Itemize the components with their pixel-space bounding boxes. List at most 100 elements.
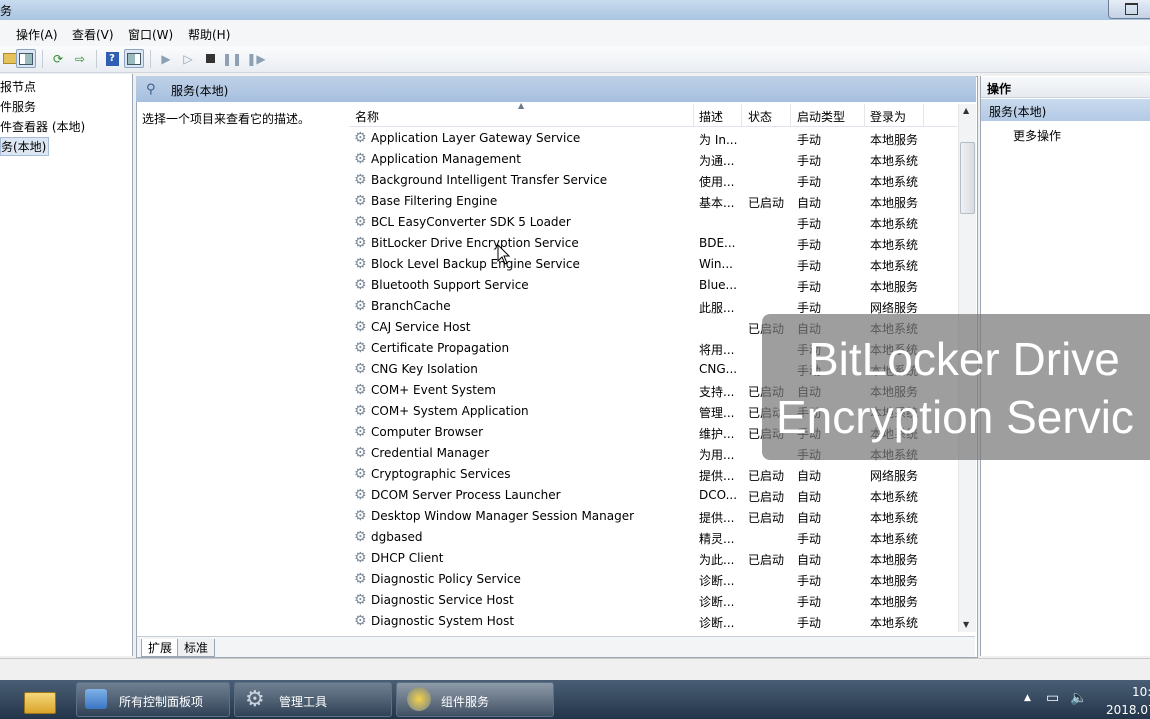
table-row[interactable]: ⚙ Base Filtering Engine 基本... 已启动 自动 本地服务 [349,191,958,212]
start-service-alt-icon[interactable]: ▷ [178,49,198,68]
scroll-up-icon[interactable]: ▲ [963,106,969,115]
service-desc-cell: 支持... [699,385,735,399]
actions-group-services-local[interactable]: 服务(本地) [981,99,1150,121]
menu-view[interactable]: 查看(V) [72,26,114,43]
taskbar-item-control-panel[interactable]: 所有控制面板项 [76,682,230,717]
table-row[interactable]: ⚙ Application Layer Gateway Service 为 In..… [349,128,958,149]
service-gear-icon: ⚙ [354,424,367,440]
tree-item[interactable]: 件服务 [0,98,36,115]
service-status-cell: 已启动 [748,196,785,210]
taskbar-label: 组件服务 [441,695,490,709]
table-row[interactable]: ⚙ Block Level Backup Engine Service Win...… [349,254,958,275]
service-name-cell: Credential Manager [371,446,490,460]
table-row[interactable]: ⚙ Application Management 为通... 手动 本地系统 [349,149,958,170]
table-row[interactable]: ⚙ DCOM Server Process Launcher DCO... 已启动 自动… [349,485,958,506]
show-hidden-icons-icon[interactable]: ▲ [1024,693,1031,703]
maximize-button[interactable] [1108,0,1150,19]
column-header-logon-as[interactable]: 登录为 [870,108,906,125]
service-logon-cell: 本地服务 [870,133,919,147]
service-gear-icon: ⚙ [354,466,367,482]
service-gear-icon: ⚙ [354,529,367,545]
service-desc-cell: 为用... [699,448,735,462]
service-startup-cell: 手动 [797,532,822,546]
more-actions-link[interactable]: 更多操作 [1013,127,1061,144]
tree-item-services-local[interactable]: 务(本地) [0,137,50,156]
column-divider[interactable] [864,104,865,126]
table-row[interactable]: ⚙ BitLocker Drive Encryption Service BDE..… [349,233,958,254]
column-divider[interactable] [923,104,924,126]
service-status-cell: 已启动 [748,469,785,483]
table-row[interactable]: ⚙ dgbased 精灵... 手动 本地系统 [349,527,958,548]
taskbar-item-admin-tools[interactable]: ⚙ 管理工具 [234,682,392,717]
service-desc-cell: 基本... [699,196,735,210]
service-name-cell: Desktop Window Manager Session Manager [371,509,635,523]
tab-standard[interactable]: 标准 [177,639,216,657]
help-icon[interactable]: ? [102,49,122,68]
clock-time[interactable]: 10: [1132,685,1150,699]
menu-help[interactable]: 帮助(H) [188,26,230,43]
column-header-name[interactable]: 名称 [355,108,379,125]
table-row[interactable]: ⚙ Desktop Window Manager Session Manager 提… [349,506,958,527]
scrollbar-thumb[interactable] [960,142,975,214]
description-prompt: 选择一个项目来查看它的描述。 [142,112,311,126]
column-header-startup-type[interactable]: 启动类型 [797,108,845,125]
scroll-down-icon[interactable]: ▼ [963,620,969,629]
table-row[interactable]: ⚙ Bluetooth Support Service Blue... 手动 本地服务 [349,275,958,296]
table-row[interactable]: ⚙ Cryptographic Services 提供... 已启动 自动 网络服务 [349,464,958,485]
service-startup-cell: 手动 [797,217,822,231]
mouse-cursor-icon [497,244,511,265]
column-header-description[interactable]: 描述 [699,108,723,125]
service-logon-cell: 本地系统 [870,259,919,273]
service-startup-cell: 手动 [797,154,822,168]
service-status-cell: 已启动 [748,511,785,525]
actions-title: 操作 [987,82,1012,96]
stop-service-icon[interactable] [200,49,220,68]
column-header-status[interactable]: 状态 [748,108,772,125]
service-name-cell: BCL EasyConverter SDK 5 Loader [371,215,571,229]
service-startup-cell: 自动 [797,511,822,525]
service-startup-cell: 手动 [797,574,822,588]
service-gear-icon: ⚙ [354,592,367,608]
service-desc-cell: DCO... [699,488,738,502]
table-row[interactable]: ⚙ DHCP Client 为此... 已启动 自动 本地服务 [349,548,958,569]
toolbar-separator [42,50,43,68]
menu-action[interactable]: 操作(A) [16,26,58,43]
service-logon-cell: 本地服务 [870,196,919,210]
table-row[interactable]: ⚙ BCL EasyConverter SDK 5 Loader 手动 本地系统 [349,212,958,233]
volume-muted-icon[interactable]: 🔈 [1070,690,1087,706]
network-icon[interactable]: ▭ [1046,690,1059,706]
file-explorer-icon[interactable] [22,686,58,714]
refresh-icon[interactable]: ⟳ [48,49,68,68]
column-divider[interactable] [790,104,791,126]
table-row[interactable]: ⚙ Diagnostic Policy Service 诊断... 手动 本地服务 [349,569,958,590]
restart-service-icon[interactable]: ❚▶ [246,49,266,68]
tree-item[interactable]: 件查看器 (本地) [0,118,85,135]
service-startup-cell: 自动 [797,490,822,504]
service-desc-cell: Blue... [699,278,737,292]
service-startup-cell: 手动 [797,175,822,189]
column-divider[interactable] [693,104,694,126]
show-hide-tree-button[interactable] [16,49,36,68]
taskbar-item-component-services[interactable]: 组件服务 [396,682,554,717]
service-logon-cell: 网络服务 [870,469,919,483]
pause-service-icon[interactable]: ❚❚ [222,49,242,68]
show-action-pane-button[interactable] [124,49,144,68]
column-divider[interactable] [741,104,742,126]
clock-date[interactable]: 2018.07 [1106,703,1150,717]
export-list-icon[interactable]: ⇨ [70,49,90,68]
control-panel-icon [85,689,107,709]
service-gear-icon: ⚙ [354,487,367,503]
taskbar-label: 所有控制面板项 [119,695,204,709]
table-row[interactable]: ⚙ Background Intelligent Transfer Service… [349,170,958,191]
table-row[interactable]: ⚙ Diagnostic System Host 诊断... 手动 本地系统 [349,611,958,632]
table-row[interactable]: ⚙ Diagnostic Service Host 诊断... 手动 本地服务 [349,590,958,611]
service-status-cell: 已启动 [748,490,785,504]
tree-item[interactable]: 报节点 [0,78,36,95]
menu-window[interactable]: 窗口(W) [128,26,173,43]
service-startup-cell: 手动 [797,238,822,252]
service-desc-cell: 使用... [699,175,735,189]
service-logon-cell: 本地系统 [870,238,919,252]
console-tree: 报节点 件服务 件查看器 (本地) 务(本地) [0,74,133,656]
tab-extended[interactable]: 扩展 [141,639,180,657]
start-service-icon[interactable]: ▶ [156,49,176,68]
